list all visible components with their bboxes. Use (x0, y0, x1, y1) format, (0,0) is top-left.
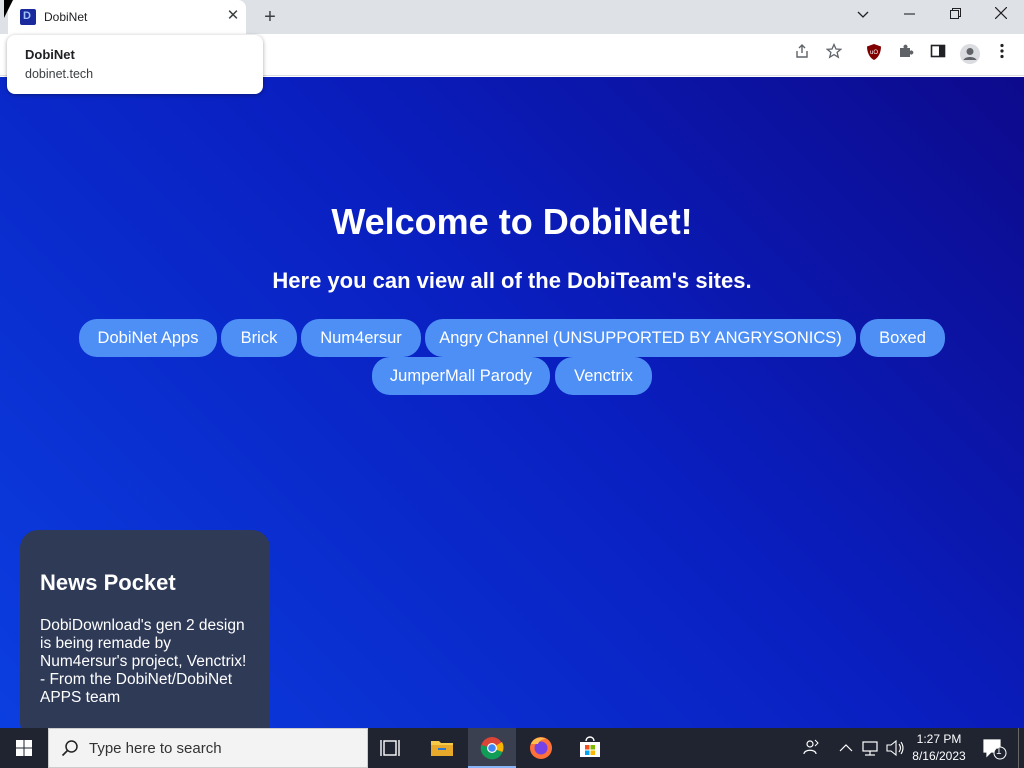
hover-card-url: dobinet.tech (25, 67, 94, 81)
tray-chevron-up-icon[interactable] (836, 728, 856, 768)
tab-search-chevron-down-icon[interactable] (840, 0, 886, 30)
svg-text:uO: uO (870, 50, 878, 56)
taskbar-clock[interactable]: 1:27 PM 8/16/2023 (908, 728, 970, 768)
tab-close-icon[interactable]: ✕ (224, 7, 242, 25)
news-pocket-panel: News Pocket DobiDownload's gen 2 design … (20, 530, 270, 728)
task-view-icon[interactable] (368, 728, 416, 768)
microsoft-store-icon[interactable] (566, 728, 614, 768)
tab-strip: DobiNet ✕ + (0, 0, 1024, 34)
share-icon[interactable] (790, 43, 814, 67)
clock-date: 8/16/2023 (912, 749, 966, 763)
tab-title: DobiNet (44, 10, 88, 24)
volume-icon[interactable] (884, 728, 906, 768)
news-body: DobiDownload's gen 2 design is being rem… (40, 617, 247, 706)
notification-center-icon[interactable]: 1 (978, 728, 1014, 768)
site-button-jumpermall-parody[interactable]: JumperMall Parody (372, 357, 550, 395)
search-placeholder: Type here to search (89, 740, 222, 757)
ublock-shield-icon[interactable]: uO (862, 43, 886, 67)
profile-avatar-icon[interactable] (958, 43, 982, 67)
side-panel-icon[interactable] (926, 43, 950, 67)
hover-card-title: DobiNet (25, 47, 75, 62)
tab-hover-card: DobiNet dobinet.tech (7, 35, 263, 94)
restore-button[interactable] (932, 0, 978, 30)
network-icon[interactable] (860, 728, 882, 768)
site-button-angry-channel[interactable]: Angry Channel (UNSUPPORTED BY ANGRYSONIC… (425, 319, 856, 357)
notification-count-badge: 1 (996, 746, 1002, 757)
taskbar-search-input[interactable]: Type here to search (48, 728, 368, 768)
site-button-brick[interactable]: Brick (221, 319, 297, 357)
close-window-button[interactable] (978, 0, 1024, 30)
file-explorer-icon[interactable] (418, 728, 466, 768)
firefox-taskbar-icon[interactable] (517, 728, 565, 768)
site-button-num4ersur[interactable]: Num4ersur (301, 319, 421, 357)
windows-taskbar: Type here to search 1:27 PM 8/16/2023 1 (0, 728, 1024, 768)
extensions-puzzle-icon[interactable] (894, 43, 918, 67)
page-viewport: Welcome to DobiNet! Here you can view al… (0, 77, 1024, 728)
new-tab-button[interactable]: + (258, 5, 282, 29)
clock-time: 1:27 PM (916, 732, 962, 746)
kebab-menu-icon[interactable] (990, 43, 1014, 67)
site-button-dobinet-apps[interactable]: DobiNet Apps (79, 319, 217, 357)
page-subtitle: Here you can view all of the DobiTeam's … (272, 268, 752, 293)
dobinet-favicon-icon (20, 9, 36, 25)
search-icon (61, 739, 79, 762)
minimize-button[interactable] (886, 0, 932, 30)
mouse-cursor-icon (4, 0, 13, 18)
chrome-taskbar-icon[interactable] (468, 728, 516, 768)
news-title: News Pocket (40, 570, 176, 595)
page-title: Welcome to DobiNet! (331, 201, 693, 242)
bookmark-star-icon[interactable] (822, 42, 846, 67)
browser-tab-dobinet[interactable]: DobiNet ✕ (8, 0, 246, 34)
site-button-venctrix[interactable]: Venctrix (555, 357, 652, 395)
windows-start-button[interactable] (0, 728, 48, 768)
show-desktop-divider[interactable] (1018, 728, 1019, 768)
people-icon[interactable] (798, 728, 824, 768)
site-button-boxed[interactable]: Boxed (860, 319, 945, 357)
